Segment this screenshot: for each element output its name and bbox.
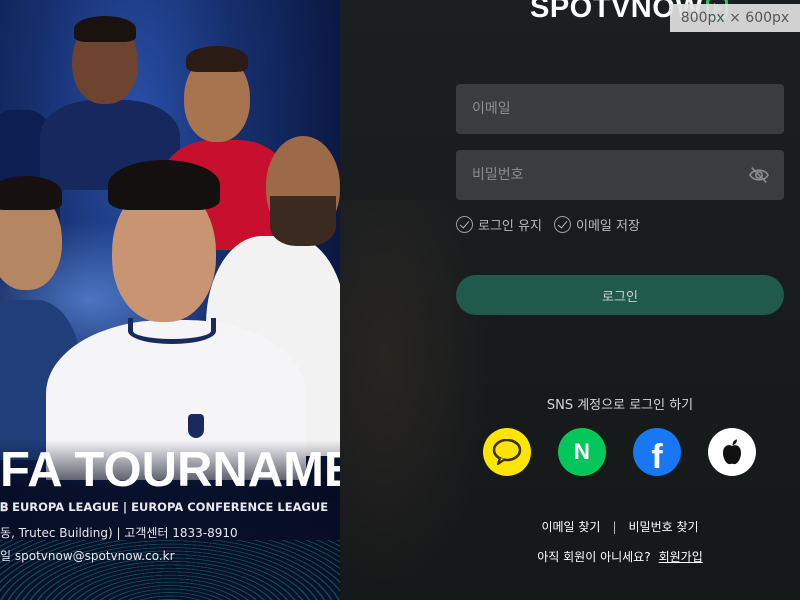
- save-email-label: 이메일 저장: [576, 219, 640, 234]
- save-email-checkbox[interactable]: 이메일 저장: [554, 215, 640, 234]
- eye-slash-icon[interactable]: [748, 165, 770, 185]
- tournament-title: FA TOURNAMENTS: [0, 443, 340, 497]
- password-input[interactable]: [456, 150, 784, 200]
- account-links: 이메일 찾기 | 비밀번호 찾기: [456, 518, 784, 535]
- facebook-login-button[interactable]: f: [633, 428, 681, 476]
- link-separator: |: [612, 519, 617, 534]
- naver-login-button[interactable]: N: [558, 428, 606, 476]
- apple-icon: [723, 439, 741, 465]
- find-password-link[interactable]: 비밀번호 찾기: [629, 518, 699, 535]
- club-crest-icon: [188, 414, 204, 438]
- dimension-badge: 800px × 600px: [670, 4, 800, 32]
- leagues-text: 𝐁 EUROPA LEAGUE | EUROPA CONFERENCE LEAG…: [0, 500, 329, 514]
- find-email-link[interactable]: 이메일 찾기: [541, 518, 600, 535]
- sns-login-label: SNS 계정으로 로그인 하기: [546, 398, 694, 413]
- keep-login-label: 로그인 유지: [478, 219, 542, 234]
- not-member-text: 아직 회원이 아니세요?: [537, 550, 651, 564]
- signup-link[interactable]: 회원가입: [659, 548, 703, 565]
- signup-row: 아직 회원이 아니세요? 회원가입: [456, 548, 784, 565]
- login-button[interactable]: 로그인: [456, 275, 784, 315]
- hero-banner: FA TOURNAMENTS 𝐁 EUROPA LEAGUE | EUROPA …: [0, 0, 340, 600]
- kakao-speech-bubble-icon: [492, 439, 522, 465]
- email-input[interactable]: [456, 84, 784, 134]
- keep-login-checkbox[interactable]: 로그인 유지: [456, 215, 542, 234]
- contact-email-text: 일 spotvnow@spotvnow.co.kr: [0, 549, 175, 563]
- check-icon: [554, 216, 571, 233]
- check-icon: [456, 216, 473, 233]
- apple-login-button[interactable]: [708, 428, 756, 476]
- kakao-login-button[interactable]: [483, 428, 531, 476]
- facebook-f-icon: f: [651, 438, 663, 476]
- address-text: 동, Trutec Building) | 고객센터 1833-8910: [0, 526, 238, 540]
- naver-n-icon: N: [574, 439, 590, 464]
